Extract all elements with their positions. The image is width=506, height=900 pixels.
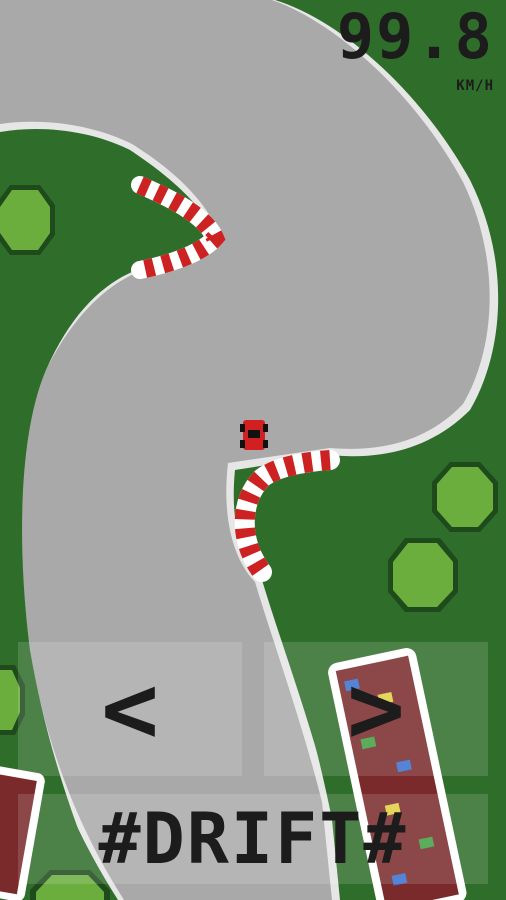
speed-unit: KM/H bbox=[456, 78, 494, 94]
drift-button[interactable]: #DRIFT# bbox=[18, 794, 488, 884]
tree bbox=[388, 538, 458, 612]
tree bbox=[0, 185, 55, 255]
drift-label: #DRIFT# bbox=[98, 798, 408, 880]
steer-left-button[interactable]: < bbox=[18, 642, 242, 776]
chevron-right-icon: > bbox=[347, 653, 405, 765]
speed-readout: 99.8 bbox=[336, 0, 494, 73]
steer-right-button[interactable]: > bbox=[264, 642, 488, 776]
player-car bbox=[240, 420, 268, 450]
tree bbox=[432, 462, 498, 532]
chevron-left-icon: < bbox=[101, 653, 159, 765]
